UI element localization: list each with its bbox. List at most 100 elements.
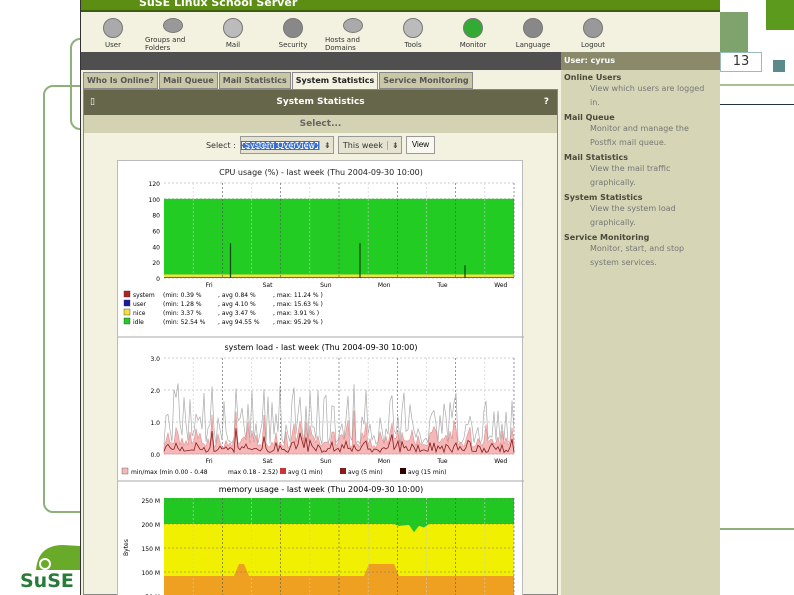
period-select[interactable]: This week ⇟ [337,136,402,154]
toolbar-security[interactable]: Security [265,12,321,52]
x-tick-label: Sun [320,282,332,289]
toolbar-tools[interactable]: Tools [385,12,441,52]
sidebar-link[interactable]: Mail Statistics [561,153,720,162]
y-tick-label: 0 [156,276,160,283]
toolbar-mail[interactable]: Mail [205,12,261,52]
y-tick-label: 60 [152,229,160,236]
help-icon[interactable]: ? [544,90,549,115]
y-tick-label: 80 [152,213,160,220]
tab-mail-queue[interactable]: Mail Queue [159,72,218,89]
minmax-area [163,410,515,455]
hosts-and-domains-icon [343,18,363,33]
charts-area[interactable]: CPU usage (%) - last week (Thu 2004-09-3… [117,160,524,595]
tab-service-monitoring[interactable]: Service Monitoring [379,72,473,89]
legend-max: , max: 3.91 % ) [273,310,319,317]
sidebar-desc: Monitor and manage the Postfix mail queu… [590,124,689,147]
chart-title: CPU usage (%) - last week (Thu 2004-09-3… [219,168,423,177]
legend-label: max 0.18 - 2.52) [228,469,278,476]
slide-line [720,84,794,86]
toolbar-label: Monitor [459,41,487,49]
sidebar-link[interactable]: System Statistics [561,193,720,202]
legend-label: avg (1 min) [288,469,323,476]
slide-line [720,528,794,530]
sidebar-link[interactable]: Service Monitoring [561,233,720,242]
x-tick-label: Mon [378,282,391,289]
tab-bar: Who Is Online? Mail Queue Mail Statistics S… [83,72,474,89]
slide-accent-square [720,12,748,52]
groups-and-folders-icon [163,18,183,33]
y-tick-label: 20 [152,260,160,267]
y-tick-label: 0.0 [150,452,160,459]
book-icon: ▯ [90,97,95,107]
sidebar-link[interactable]: Mail Queue [561,113,720,122]
x-tick-label: Tue [436,458,448,465]
legend-swatch [123,317,131,325]
sidebar-desc: Monitor, start, and stop system services… [590,244,685,267]
charts-svg: CPU usage (%) - last week (Thu 2004-09-3… [118,168,524,595]
toolbar-language[interactable]: Language [505,12,561,52]
panel-title: System Statistics [276,97,365,107]
toolbar-hosts-and-domains[interactable]: Hosts and Domains [325,12,381,52]
toolbar-label: User [105,41,121,49]
tab-who-is-online-[interactable]: Who Is Online? [83,72,159,89]
toolbar-label: Groups and Folders [145,36,186,52]
y-tick-label: 200 M [141,522,160,529]
dropdown-arrow-icon: ⇟ [386,140,401,150]
chart-title: memory usage - last week (Thu 2004-09-30… [219,485,424,494]
x-tick-label: Sun [320,458,332,465]
user-icon [103,18,123,38]
x-tick-label: Wed [494,458,507,465]
graph-select[interactable]: System Overview ⇟ [239,136,334,154]
graph-select-value: System Overview [240,140,319,150]
dropdown-arrow-icon: ⇟ [318,140,333,150]
legend-label: avg (15 min) [408,469,446,476]
toolbar-label: Tools [404,41,422,49]
x-tick-label: Fri [206,282,213,289]
server-window: SuSE Linux School Server User Groups and … [80,0,720,595]
tab-mail-statistics[interactable]: Mail Statistics [218,72,291,89]
x-tick-label: Wed [494,282,507,289]
idle-area [164,198,514,278]
panel-header: ▯ System Statistics ? [84,90,557,115]
slide-line [720,104,794,105]
max-load-line [163,383,515,446]
page-number: 13 [720,52,762,72]
y-tick-label: 150 M [141,546,160,553]
tools-icon [403,18,423,38]
app-title: SuSE Linux School Server [81,0,720,12]
suse-logo: SuSE [18,540,80,592]
legend-min: (min: 0.39 % [163,292,202,299]
x-tick-label: Tue [436,282,448,289]
legend-avg: , avg 4.10 % [218,301,256,308]
legend-swatch [123,290,131,298]
view-button[interactable]: View [405,136,436,154]
sidebar-user: User: cyrus [561,52,720,70]
legend-avg: , avg 3.47 % [218,310,256,317]
main-toolbar: User Groups and Folders Mail Security Hosts … [81,12,720,52]
toolbar-monitor[interactable]: Monitor [445,12,501,52]
chart-title: system load - last week (Thu 2004-09-30 … [225,343,418,352]
legend-label: user [133,301,147,308]
toolbar-user[interactable]: User [85,12,141,52]
sidebar-link[interactable]: Online Users [561,73,720,82]
legend-min: (min: 3.37 % [163,310,202,317]
svg-text:SuSE: SuSE [20,570,74,590]
toolbar-label: Logout [581,41,605,49]
select-row: Select : System Overview ⇟ This week ⇟ Vie… [84,133,557,157]
security-icon [283,18,303,38]
select-label: Select : [205,140,236,150]
legend-min: (min: 52.54 % [163,319,206,326]
legend-max: , max: 95.29 % ) [273,319,323,326]
x-tick-label: Sat [263,458,273,465]
toolbar-groups-and-folders[interactable]: Groups and Folders [145,12,201,52]
legend-label: min/max (min 0.00 - 0.48 [131,469,208,476]
toolbar-logout[interactable]: Logout [565,12,621,52]
tab-system-statistics[interactable]: System Statistics [291,72,379,89]
legend-swatch [280,468,286,474]
x-tick-label: Fri [206,458,213,465]
toolbar-label: Security [278,41,308,49]
sidebar: User: cyrus Online Users View which users… [561,52,720,595]
legend-max: , max: 11.24 % ) [273,292,323,299]
y-tick-label: 3.0 [150,356,160,363]
slide-accent-bar [766,0,794,30]
